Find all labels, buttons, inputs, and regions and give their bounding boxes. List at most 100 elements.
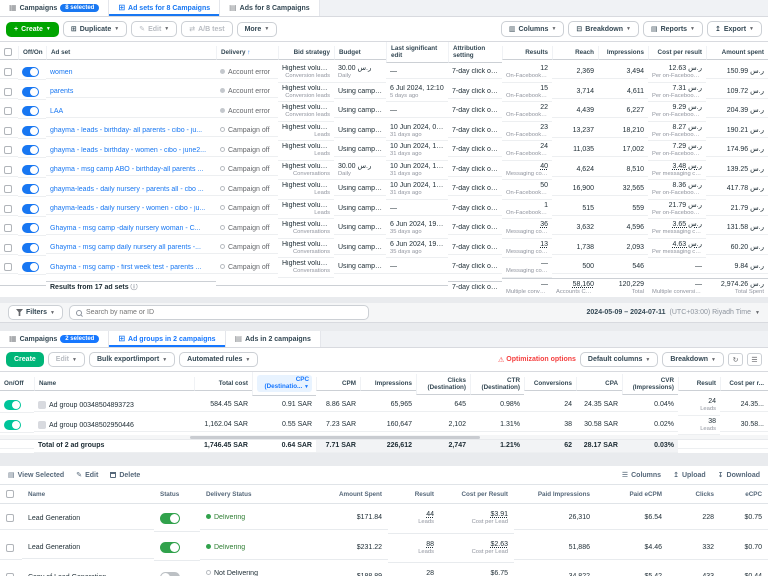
adset-name-link[interactable]: ghayma - leads - birthday - women - cibo…	[50, 147, 212, 154]
tab-campaigns[interactable]: ▦Campaigns8 selected	[0, 0, 109, 16]
create-button[interactable]: +Create▼	[6, 22, 59, 37]
ad-group-toggle[interactable]	[4, 400, 21, 410]
row-checkbox[interactable]	[4, 185, 12, 193]
more-button[interactable]: More▼	[237, 22, 278, 37]
edit-button[interactable]: ✎Edit	[76, 471, 98, 479]
adset-name-link[interactable]: ghayma-leads - daily nursery - parents a…	[50, 186, 212, 193]
row-checkbox[interactable]	[4, 146, 12, 154]
col-cpm[interactable]: CPM	[316, 377, 360, 391]
adset-toggle[interactable]	[22, 87, 39, 97]
tab-adsets[interactable]: ⊞Ad sets for 8 Campaigns	[109, 0, 220, 16]
tab-ads[interactable]: ▤Ads in 2 campaigns	[226, 331, 321, 347]
table-row[interactable]: Ghayma - msg camp -daily nursery woman -…	[0, 219, 768, 239]
table-row[interactable]: ghayma - msg camp ABO - birthday-all par…	[0, 161, 768, 181]
col-status[interactable]: Status	[154, 486, 200, 504]
adset-toggle[interactable]	[22, 243, 39, 253]
col-total-cost[interactable]: Total cost	[194, 377, 252, 391]
col-cvr[interactable]: CVR (Impressions)	[622, 374, 678, 395]
adset-toggle[interactable]	[22, 106, 39, 116]
row-checkbox[interactable]	[4, 68, 12, 76]
breakdown-button[interactable]: ⊟Breakdown▼	[568, 21, 639, 37]
cpc-metric-pill[interactable]: CPC (Destinatio... ▼	[257, 375, 312, 392]
campaign-toggle[interactable]	[160, 572, 180, 576]
table-row[interactable]: women Account error Highest volumeConver…	[0, 63, 768, 83]
table-row[interactable]: ghayma-leads - daily nursery - parents a…	[0, 180, 768, 200]
table-row[interactable]: ghayma - leads - birthday - women - cibo…	[0, 141, 768, 161]
table-row[interactable]: parents Account error Highest volumeConv…	[0, 83, 768, 103]
filters-button[interactable]: Filters▼	[8, 305, 63, 320]
adset-name-link[interactable]: ghayma - leads - birthday- all parents -…	[50, 127, 212, 134]
col-impressions[interactable]: Impressions	[360, 377, 416, 391]
col-cost-per-result[interactable]: Cost per Result	[440, 486, 514, 504]
row-checkbox[interactable]	[4, 205, 12, 213]
select-all-checkbox[interactable]	[4, 48, 12, 56]
adset-name-link[interactable]: Ghayma - msg camp -daily nursery woman -…	[50, 225, 212, 232]
adset-toggle[interactable]	[22, 204, 39, 214]
adset-toggle[interactable]	[22, 126, 39, 136]
row-checkbox[interactable]	[4, 263, 12, 271]
delete-button[interactable]: Delete	[110, 472, 140, 479]
col-cpa[interactable]: CPA	[576, 377, 622, 391]
col-reach[interactable]: Reach	[552, 46, 598, 60]
col-results[interactable]: Results	[502, 46, 552, 60]
table-row[interactable]: LAA Account error Highest volumeConversi…	[0, 102, 768, 122]
col-bid-strategy[interactable]: Bid strategy	[278, 46, 334, 60]
adset-name-link[interactable]: women	[50, 69, 212, 76]
row-checkbox[interactable]	[4, 107, 12, 115]
adset-name-link[interactable]: parents	[50, 88, 212, 95]
automated-rules-button[interactable]: Automated rules▼	[179, 352, 258, 367]
adset-name-link[interactable]: Ghayma - msg camp - first week test - pa…	[50, 264, 212, 271]
col-adset[interactable]: Ad set	[46, 46, 216, 60]
adset-name-link[interactable]: ghayma - msg camp ABO - birthday-all par…	[50, 166, 212, 173]
adset-toggle[interactable]	[22, 184, 39, 194]
upload-button[interactable]: ↥Upload	[673, 471, 706, 479]
duplicate-button[interactable]: ⊞Duplicate▼	[63, 21, 127, 37]
adset-toggle[interactable]	[22, 145, 39, 155]
export-button[interactable]: ↥Export▼	[707, 21, 762, 37]
col-paid-impressions[interactable]: Paid Impressions	[514, 486, 596, 504]
table-row[interactable]: ghayma - leads - birthday- all parents -…	[0, 122, 768, 142]
table-row[interactable]: Lead Generation Delivering $231.22 88Lea…	[0, 534, 768, 564]
adset-name-link[interactable]: LAA	[50, 108, 212, 115]
columns-button[interactable]: ☰Columns	[622, 471, 661, 479]
col-amount-spent[interactable]: Amount spent	[706, 46, 768, 60]
adset-name-link[interactable]: Ghayma - msg camp daily nursery all pare…	[50, 244, 212, 251]
col-ecpc[interactable]: eCPC	[720, 486, 768, 504]
campaign-toggle[interactable]	[160, 542, 180, 553]
col-ctr[interactable]: CTR (Destination)	[470, 374, 524, 395]
col-amount-spent[interactable]: Amount Spent	[308, 486, 388, 504]
row-checkbox[interactable]	[4, 244, 12, 252]
col-last-edit[interactable]: Last significant edit	[386, 42, 448, 63]
col-cpc[interactable]: CPC (Destinatio... ▼	[252, 372, 316, 396]
optimization-options-button[interactable]: ⚠Optimization options	[498, 356, 576, 364]
col-result[interactable]: Result	[678, 377, 720, 391]
create-button[interactable]: Create	[6, 352, 44, 367]
adset-toggle[interactable]	[22, 67, 39, 77]
col-impressions[interactable]: Impressions	[598, 46, 648, 60]
col-name[interactable]: Name	[34, 377, 194, 391]
edit-button[interactable]: ✎Edit▼	[131, 21, 177, 37]
search-input[interactable]	[86, 309, 362, 316]
row-checkbox[interactable]	[4, 88, 12, 96]
select-all-checkbox[interactable]	[6, 490, 14, 498]
ad-group-toggle[interactable]	[4, 420, 21, 430]
col-attribution[interactable]: Attribution setting	[448, 42, 502, 63]
table-row[interactable]: Copy of Lead Generation Not DeliveringCa…	[0, 563, 768, 576]
col-paid-ecpm[interactable]: Paid eCPM	[596, 486, 668, 504]
edit-button[interactable]: Edit▼	[48, 352, 85, 367]
table-row[interactable]: Ad group 00348504893723 584.45 SAR 0.91 …	[0, 396, 768, 416]
col-budget[interactable]: Budget	[334, 46, 386, 60]
table-settings-button[interactable]: ☰	[747, 353, 762, 366]
breakdown-button[interactable]: Breakdown▼	[662, 352, 724, 367]
row-checkbox[interactable]	[6, 514, 14, 522]
col-clicks[interactable]: Clicks (Destination)	[416, 374, 470, 395]
date-range-picker[interactable]: 2024-05-09 – 2024-07-11(UTC+03:00) Riyad…	[587, 309, 760, 316]
row-checkbox[interactable]	[4, 224, 12, 232]
adset-toggle[interactable]	[22, 165, 39, 175]
columns-button[interactable]: ▥Columns▼	[501, 21, 565, 37]
tab-campaigns[interactable]: ▦Campaigns2 selected	[0, 331, 109, 347]
table-row[interactable]: ghayma-leads - daily nursery - women - c…	[0, 200, 768, 220]
table-row[interactable]: Ad group 00348502950446 1,162.04 SAR 0.5…	[0, 416, 768, 436]
reports-button[interactable]: ▤Reports▼	[643, 21, 703, 37]
download-button[interactable]: ↧Download	[718, 471, 760, 479]
